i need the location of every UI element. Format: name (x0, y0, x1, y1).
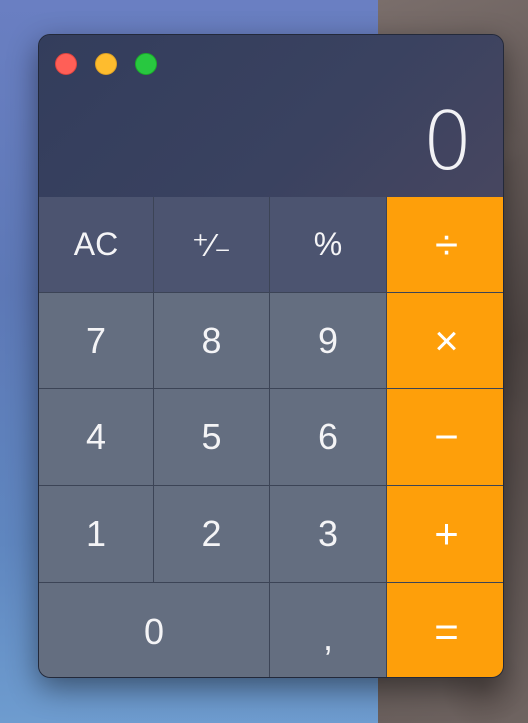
decimal-comma-button[interactable]: , (270, 583, 386, 677)
all-clear-button[interactable]: AC (39, 197, 153, 292)
result-display: 0 (422, 95, 473, 188)
digit-9-button[interactable]: 9 (270, 293, 386, 388)
digit-8-button[interactable]: 8 (154, 293, 269, 388)
digit-5-button[interactable]: 5 (154, 389, 269, 485)
digit-0-button[interactable]: 0 (39, 583, 269, 677)
digit-3-button[interactable]: 3 (270, 486, 386, 582)
equals-button[interactable]: = (387, 583, 503, 677)
multiply-button[interactable]: × (387, 293, 503, 388)
minimize-button[interactable] (95, 53, 117, 75)
percent-button[interactable]: % (270, 197, 386, 292)
digit-4-button[interactable]: 4 (39, 389, 153, 485)
zoom-button[interactable] (135, 53, 157, 75)
subtract-button[interactable]: − (387, 389, 503, 485)
digit-1-button[interactable]: 1 (39, 486, 153, 582)
digit-6-button[interactable]: 6 (270, 389, 386, 485)
digit-2-button[interactable]: 2 (154, 486, 269, 582)
calculator-window: 0 AC ⁺∕₋ % ÷ 7 8 9 × 4 5 6 − 1 2 3 + 0 ,… (38, 34, 504, 678)
keypad: AC ⁺∕₋ % ÷ 7 8 9 × 4 5 6 − 1 2 3 + 0 , = (39, 197, 503, 677)
divide-button[interactable]: ÷ (387, 197, 503, 292)
sign-toggle-button[interactable]: ⁺∕₋ (154, 197, 269, 292)
close-button[interactable] (55, 53, 77, 75)
add-button[interactable]: + (387, 486, 503, 582)
display-area: 0 (39, 35, 503, 197)
digit-7-button[interactable]: 7 (39, 293, 153, 388)
